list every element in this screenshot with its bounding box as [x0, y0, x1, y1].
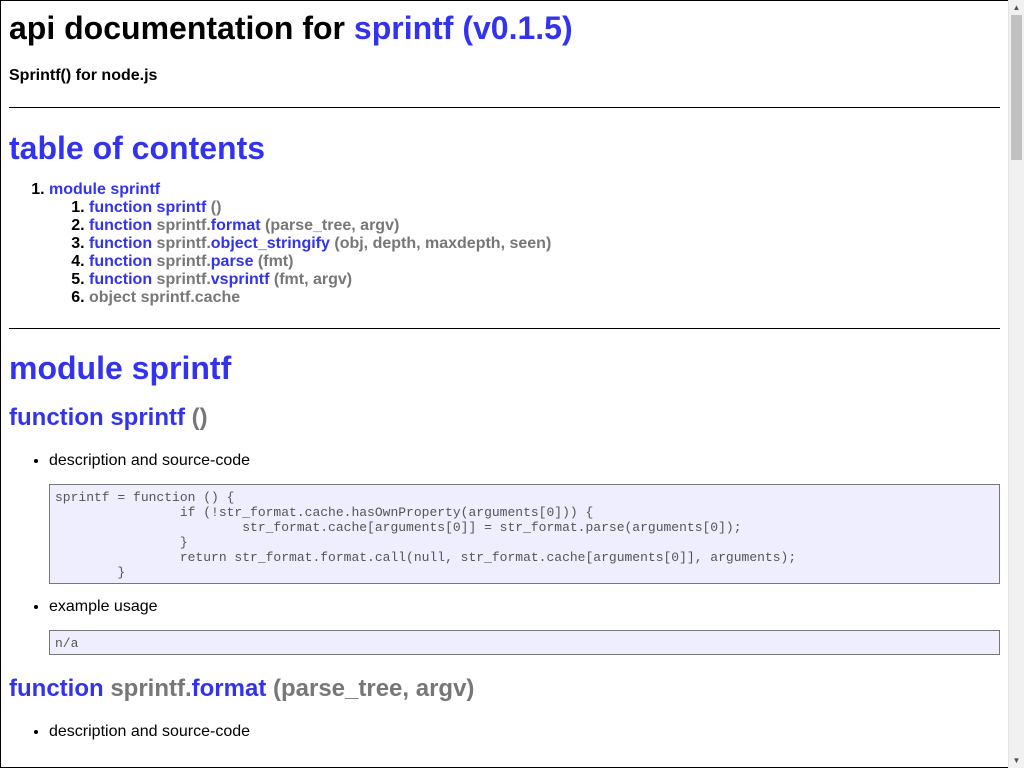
divider: [9, 107, 1000, 108]
function-heading-link[interactable]: function sprintf.format: [9, 675, 266, 702]
toc-item-kind: function: [89, 271, 153, 288]
toc-item-prefix: sprintf.: [156, 253, 211, 270]
page-content: api documentation for sprintf (v0.1.5) S…: [1, 10, 1008, 741]
function-heading-link[interactable]: function sprintf: [9, 404, 185, 431]
source-code-block: sprintf = function () { if (!str_format.…: [49, 484, 1000, 584]
page-title-prefix: api documentation for: [9, 10, 345, 46]
toc-item-args: (obj, depth, maxdepth, seen): [334, 235, 552, 252]
toc-item-prefix: sprintf.: [156, 271, 211, 288]
divider: [9, 328, 1000, 329]
function-name: sprintf: [110, 404, 185, 431]
vertical-scrollbar[interactable]: ▲ ▼: [1008, 0, 1024, 768]
scroll-down-icon[interactable]: ▼: [1009, 753, 1024, 768]
function-examples: example usage: [9, 598, 1000, 616]
toc-item: object sprintf.cache: [89, 289, 1000, 307]
toc-sublist: function sprintf () function sprintf.for…: [49, 199, 1000, 307]
function-args: (parse_tree, argv): [272, 675, 475, 702]
function-kind: function: [9, 404, 104, 431]
function-heading: function sprintf (): [9, 404, 1000, 432]
function-kind: function: [9, 675, 104, 702]
scroll-up-icon[interactable]: ▲: [1009, 0, 1024, 15]
page-title: api documentation for sprintf (v0.1.5): [9, 10, 1000, 47]
document-frame: api documentation for sprintf (v0.1.5) S…: [0, 0, 1009, 768]
toc-heading: table of contents: [9, 130, 1000, 167]
toc-module-item: module sprintf function sprintf () funct…: [49, 181, 1000, 307]
description-label: description and source-code: [49, 452, 251, 469]
toc-item-object: object sprintf.cache: [89, 289, 241, 306]
toc-item-link[interactable]: function sprintf.object_stringify: [89, 235, 330, 252]
toc-item-name: format: [210, 217, 261, 234]
function-args: (): [191, 404, 208, 431]
toc-item: function sprintf.object_stringify (obj, …: [89, 235, 1000, 253]
toc-item-name: sprintf: [156, 199, 207, 216]
toc-item-kind: function: [89, 199, 153, 216]
package-link[interactable]: sprintf (v0.1.5): [354, 10, 573, 46]
toc-item-args: (parse_tree, argv): [265, 217, 400, 234]
toc-item-link[interactable]: function sprintf.vsprintf: [89, 271, 269, 288]
toc-item-link[interactable]: function sprintf.parse: [89, 253, 253, 270]
toc-item: function sprintf.format (parse_tree, arg…: [89, 217, 1000, 235]
toc-item-link[interactable]: function sprintf.format: [89, 217, 261, 234]
toc-item-name: parse: [210, 253, 254, 270]
toc-item: function sprintf (): [89, 199, 1000, 217]
description-label: description and source-code: [49, 723, 251, 740]
toc-item-prefix: sprintf.: [156, 235, 211, 252]
description-item: description and source-code: [49, 723, 1000, 741]
module-heading-link[interactable]: module sprintf: [9, 350, 231, 386]
toc-item-prefix: sprintf.: [156, 217, 211, 234]
function-details: description and source-code: [9, 723, 1000, 741]
function-prefix: sprintf.: [110, 675, 192, 702]
toc-heading-link[interactable]: table of contents: [9, 130, 265, 166]
toc-item-name: object_stringify: [210, 235, 330, 252]
example-label: example usage: [49, 598, 158, 615]
toc-item-args: (fmt, argv): [273, 271, 353, 288]
toc-item-name: vsprintf: [210, 271, 270, 288]
module-heading: module sprintf: [9, 350, 1000, 387]
toc-item-args: (fmt): [257, 253, 294, 270]
toc-item-kind: function: [89, 253, 153, 270]
page-subtitle: Sprintf() for node.js: [9, 67, 158, 84]
toc-module-link[interactable]: module sprintf: [49, 181, 160, 198]
toc-item-link[interactable]: function sprintf: [89, 199, 206, 216]
scroll-thumb[interactable]: [1011, 15, 1022, 160]
function-details: description and source-code: [9, 452, 1000, 470]
toc-item-args: (): [210, 199, 222, 216]
toc-list: module sprintf function sprintf () funct…: [9, 181, 1000, 307]
toc-item-kind: function: [89, 235, 153, 252]
example-code-block: n/a: [49, 630, 1000, 655]
toc-item: function sprintf.parse (fmt): [89, 253, 1000, 271]
toc-item: function sprintf.vsprintf (fmt, argv): [89, 271, 1000, 289]
function-heading: function sprintf.format (parse_tree, arg…: [9, 675, 1000, 703]
function-name: format: [191, 675, 267, 702]
toc-item-kind: function: [89, 217, 153, 234]
example-item: example usage: [49, 598, 1000, 616]
description-item: description and source-code: [49, 452, 1000, 470]
